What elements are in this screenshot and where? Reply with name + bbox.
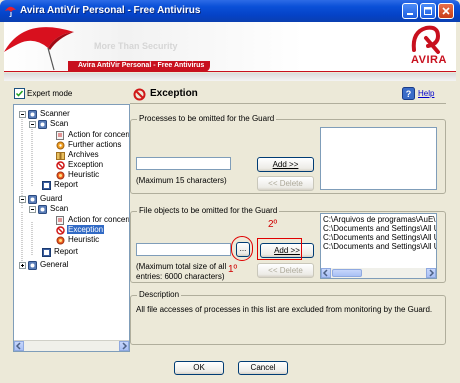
archives-icon xyxy=(56,151,65,160)
page-title: Exception xyxy=(150,88,198,99)
tree-item-scanner-archives[interactable]: Archives xyxy=(56,150,100,160)
scroll-left-arrow[interactable] xyxy=(321,268,331,278)
scanner-scan-collapse-toggle[interactable] xyxy=(29,121,36,128)
annotation-step-2: 2º xyxy=(268,219,278,230)
processes-delete-button[interactable]: << Delete xyxy=(257,176,314,191)
guard-icon xyxy=(28,194,37,204)
chevron-left-icon xyxy=(15,342,21,350)
exception-icon xyxy=(56,225,65,235)
process-name-input[interactable] xyxy=(136,157,231,170)
tree-item-guard-report[interactable]: Report xyxy=(42,247,79,257)
tree-item-scanner-report[interactable]: Report xyxy=(42,180,79,190)
tree-horizontal-scrollbar[interactable] xyxy=(14,340,129,351)
guard-collapse-toggle[interactable] xyxy=(19,196,26,203)
help-icon[interactable]: ? xyxy=(402,87,415,100)
scan-icon xyxy=(38,204,47,214)
scroll-right-arrow[interactable] xyxy=(426,268,436,278)
annotation-circle-browse xyxy=(231,236,253,261)
tree-item-general[interactable]: General xyxy=(28,260,69,270)
description-legend: Description xyxy=(137,290,182,299)
files-hint-line1: (Maximum total size of all xyxy=(136,262,227,271)
files-hint-line2: entries: 6000 characters) xyxy=(136,272,225,281)
tree-item-scanner[interactable]: Scanner xyxy=(28,109,71,119)
tree-item-scanner-further[interactable]: Further actions xyxy=(56,140,122,150)
report-icon xyxy=(42,180,51,190)
help-link[interactable]: Help xyxy=(418,89,434,98)
chevron-right-icon xyxy=(122,342,128,350)
tree-item-scanner-action[interactable]: Action for concerr xyxy=(56,130,129,140)
action-icon xyxy=(56,215,65,225)
expert-mode-label: Expert mode xyxy=(27,89,73,98)
minimize-icon xyxy=(407,13,413,15)
further-actions-icon xyxy=(56,141,65,150)
annotation-box-add xyxy=(257,238,302,260)
banner-divider xyxy=(4,73,456,81)
scroll-thumb[interactable] xyxy=(332,269,362,277)
general-icon xyxy=(28,260,37,270)
list-item[interactable]: C:\Arquivos de programas\AuE\Ps xyxy=(321,215,436,224)
tree-item-guard-exception[interactable]: Exception xyxy=(56,225,105,235)
description-text: All file accesses of processes in this l… xyxy=(136,305,433,314)
tree-item-guard[interactable]: Guard xyxy=(28,194,63,204)
processes-hint: (Maximum 15 characters) xyxy=(136,176,227,185)
chevron-left-icon xyxy=(322,269,328,277)
tree-item-scanner-exception[interactable]: Exception xyxy=(56,160,104,170)
settings-tree[interactable]: Scanner Scan Action for concerr Further … xyxy=(13,104,130,352)
list-item[interactable]: C:\Documents and Settings\All Use xyxy=(321,242,436,251)
expert-mode-checkbox[interactable]: Expert mode xyxy=(14,88,72,99)
list-item[interactable]: C:\Documents and Settings\All Use xyxy=(321,233,436,242)
product-name: Avira AntiVir Personal - Free Antivirus xyxy=(78,62,205,69)
app-window: Avira AntiVir Personal - Free Antivirus … xyxy=(0,0,460,383)
general-expand-toggle[interactable] xyxy=(19,262,26,269)
exception-header-icon xyxy=(133,88,146,101)
header-separator xyxy=(130,103,446,104)
tree-item-scanner-scan[interactable]: Scan xyxy=(38,119,69,129)
files-delete-button[interactable]: << Delete xyxy=(257,263,314,278)
processes-add-button[interactable]: Add >> xyxy=(257,157,314,172)
cancel-button[interactable]: Cancel xyxy=(238,361,288,375)
scroll-right-arrow[interactable] xyxy=(119,341,129,351)
checkmark-icon xyxy=(15,90,24,97)
report-icon xyxy=(42,247,51,257)
file-objects-legend: File objects to be omitted for the Guard xyxy=(137,206,280,215)
tree-item-guard-scan[interactable]: Scan xyxy=(38,204,69,214)
action-icon xyxy=(56,130,65,140)
maximize-icon xyxy=(424,7,432,15)
expert-mode-check[interactable] xyxy=(14,88,25,99)
description-group: Description xyxy=(130,290,446,345)
file-object-input[interactable] xyxy=(136,243,231,256)
scanner-collapse-toggle[interactable] xyxy=(19,111,26,118)
file-objects-list[interactable]: C:\Arquivos de programas\AuE\Ps C:\Docum… xyxy=(320,213,437,279)
ok-button[interactable]: OK xyxy=(174,361,224,375)
scanner-icon xyxy=(28,109,37,119)
header-banner: More Than Security Avira AntiVir Persona… xyxy=(4,22,456,72)
exception-icon xyxy=(56,160,65,170)
banner-slogan: More Than Security xyxy=(94,41,178,51)
processes-list[interactable] xyxy=(320,127,437,190)
svg-text:?: ? xyxy=(406,89,412,99)
scroll-left-arrow[interactable] xyxy=(14,341,24,351)
avira-logo-text: AVIRA xyxy=(411,54,447,66)
heuristic-icon xyxy=(56,236,65,245)
avira-umbrella-icon xyxy=(5,6,16,17)
processes-legend: Processes to be omitted for the Guard xyxy=(137,114,277,123)
list-item[interactable]: C:\Documents and Settings\All Use xyxy=(321,224,436,233)
maximize-button[interactable] xyxy=(420,3,436,19)
close-icon xyxy=(442,7,450,15)
heuristic-icon xyxy=(56,171,65,180)
close-button[interactable] xyxy=(438,3,454,19)
guard-scan-collapse-toggle[interactable] xyxy=(29,206,36,213)
title-bar[interactable]: Avira AntiVir Personal - Free Antivirus xyxy=(0,0,460,22)
chevron-right-icon xyxy=(429,269,435,277)
avira-logo-icon xyxy=(411,25,441,54)
window-title: Avira AntiVir Personal - Free Antivirus xyxy=(20,5,201,16)
minimize-button[interactable] xyxy=(402,3,418,19)
tree-item-guard-action[interactable]: Action for concerr xyxy=(56,215,129,225)
tree-item-scanner-heuristic[interactable]: Heuristic xyxy=(56,170,100,180)
scan-icon xyxy=(38,119,47,129)
annotation-step-1: 1º xyxy=(228,264,238,275)
file-list-horizontal-scrollbar[interactable] xyxy=(321,268,436,278)
tree-item-guard-heuristic[interactable]: Heuristic xyxy=(56,235,100,245)
